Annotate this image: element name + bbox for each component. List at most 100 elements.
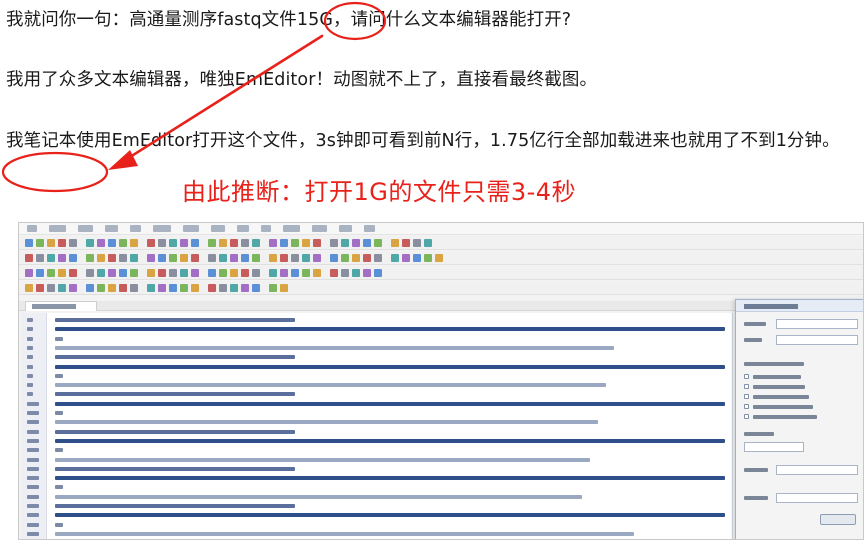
toolbar-icon (402, 254, 410, 262)
menu-item (78, 225, 93, 232)
toolbar-icon (330, 269, 338, 277)
toolbar-icon (36, 269, 44, 277)
menu-item (339, 225, 352, 232)
line-number-gutter (21, 313, 47, 539)
toolbar-icon (313, 239, 321, 247)
toolbar-icon (180, 269, 188, 277)
menu-item (261, 225, 271, 232)
toolbar-icon (291, 269, 299, 277)
toolbar-row-4 (19, 281, 863, 295)
toolbar-icon (69, 239, 77, 247)
dialog-checkbox (744, 374, 749, 379)
toolbar-icon (208, 269, 216, 277)
toolbar-icon (191, 269, 199, 277)
line-number (27, 345, 33, 350)
line-number (27, 448, 39, 453)
toolbar-icon (130, 254, 138, 262)
dialog-label (753, 375, 801, 379)
line-number (27, 504, 39, 508)
text-line (55, 438, 725, 443)
menu-item (27, 225, 37, 232)
toolbar-icon (108, 254, 116, 262)
toolbar-icon (269, 254, 277, 262)
menu-item (153, 225, 171, 232)
toolbar-row-1 (19, 236, 863, 250)
toolbar-icon (191, 284, 199, 292)
toolbar-icon (230, 254, 238, 262)
toolbar-icon (47, 254, 55, 262)
toolbar-icon (169, 284, 177, 292)
toolbar-icon (58, 254, 66, 262)
toolbar-icon (302, 254, 310, 262)
toolbar-icon (69, 254, 77, 262)
toolbar-icon (47, 239, 55, 247)
text-line (55, 373, 63, 378)
toolbar-icon (147, 239, 155, 247)
line-number (27, 438, 39, 443)
toolbar-icon (58, 269, 66, 277)
text-line (55, 485, 63, 490)
toolbar-icon (25, 284, 33, 292)
text-line (55, 411, 63, 415)
toolbar-icon (252, 239, 260, 247)
toolbar-icon (374, 239, 382, 247)
text-line (55, 327, 725, 332)
toolbar-icon (413, 254, 421, 262)
toolbar-icon (180, 254, 188, 262)
menu-item (283, 225, 300, 232)
line-number (27, 392, 33, 397)
text-line (55, 531, 634, 536)
line-number (27, 522, 39, 527)
toolbar-icon (391, 239, 399, 247)
menu-item (49, 225, 66, 232)
toolbar-icon (241, 239, 249, 247)
toolbar-icon (252, 254, 260, 262)
toolbar-icon (424, 254, 432, 262)
toolbar-row-2 (19, 251, 863, 265)
dialog-field (744, 442, 804, 452)
toolbar-icon (119, 239, 127, 247)
toolbar-icon (169, 239, 177, 247)
dialog-label (744, 496, 768, 500)
toolbar-icon (435, 254, 443, 262)
dialog-checkbox (744, 384, 749, 389)
toolbar-icon (291, 254, 299, 262)
toolbar-icon (25, 269, 33, 277)
toolbar-icon (58, 239, 66, 247)
toolbar-icon (269, 239, 277, 247)
dialog-label (744, 322, 766, 326)
toolbar-icon (58, 284, 66, 292)
toolbar-icon (352, 269, 360, 277)
toolbar-icon (47, 269, 55, 277)
toolbar-icon (391, 254, 399, 262)
toolbar-icon (280, 239, 288, 247)
toolbar-icon (86, 269, 94, 277)
toolbar-row-3 (19, 266, 863, 280)
toolbar-icon (36, 284, 44, 292)
dialog-checkbox (744, 404, 749, 409)
toolbar-icon (208, 239, 216, 247)
toolbar-icon (302, 269, 310, 277)
toolbar-icon (158, 239, 166, 247)
toolbar-icon (352, 239, 360, 247)
toolbar-icon (374, 269, 382, 277)
dialog-label (753, 385, 805, 389)
toolbar-icon (97, 269, 105, 277)
toolbar-icon (169, 269, 177, 277)
line-number (27, 513, 39, 518)
text-line (55, 513, 725, 518)
dialog-label (753, 405, 813, 409)
line-number (27, 401, 39, 406)
toolbar-icon (230, 239, 238, 247)
toolbar-icon (402, 239, 410, 247)
editor-screenshot (18, 222, 864, 540)
toolbar-icon (219, 269, 227, 277)
toolbar-icon (363, 254, 371, 262)
text-line (55, 318, 295, 322)
toolbar-icon (363, 239, 371, 247)
toolbar-icon (47, 284, 55, 292)
menu-item (312, 225, 327, 232)
toolbar-icon (130, 269, 138, 277)
paragraph-result: 我笔记本使用EmEditor打开这个文件，3s钟即可看到前N行，1.75亿行全部… (6, 131, 840, 151)
line-number (27, 429, 39, 434)
